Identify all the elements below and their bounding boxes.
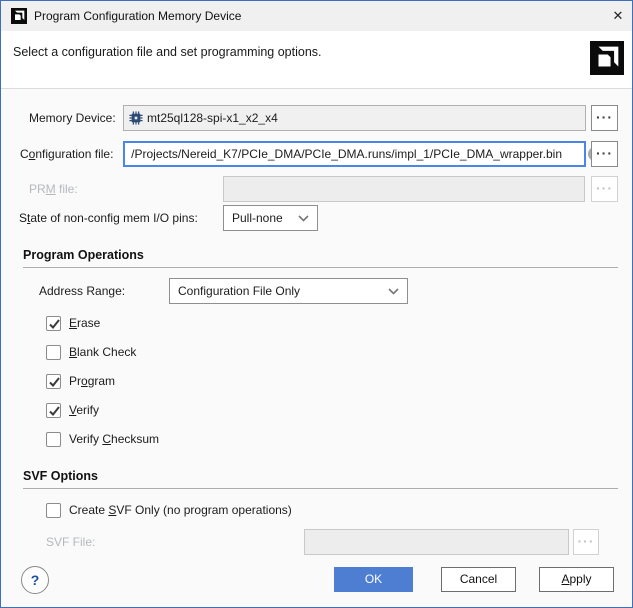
verify-checksum-checkbox-label[interactable]: Verify Checksum — [69, 432, 159, 446]
memory-device-browse-button[interactable]: ··· — [591, 105, 618, 131]
chevron-down-icon — [298, 215, 309, 222]
blank-check-checkbox[interactable] — [46, 345, 61, 360]
app-logo-icon — [11, 8, 27, 24]
help-button[interactable]: ? — [21, 566, 49, 594]
memory-device-value: mt25ql128-spi-x1_x2_x4 — [147, 111, 278, 125]
erase-checkbox-row[interactable]: Erase — [46, 315, 100, 331]
configuration-file-label: Configuration file: — [20, 147, 113, 161]
prm-file-browse-button: ··· — [591, 176, 618, 202]
svf-options-section-title: SVF Options — [23, 469, 98, 483]
verify-checkbox[interactable] — [46, 403, 61, 418]
create-svf-checkbox[interactable] — [46, 503, 61, 518]
memory-chip-icon — [129, 111, 143, 125]
ok-button[interactable]: OK — [334, 567, 413, 592]
memory-device-field[interactable]: mt25ql128-spi-x1_x2_x4 — [123, 105, 586, 131]
verify-checkbox-label[interactable]: Verify — [69, 403, 99, 417]
close-icon[interactable]: ✕ — [607, 5, 629, 27]
create-svf-checkbox-label[interactable]: Create SVF Only (no program operations) — [69, 503, 292, 517]
io-pins-state-value: Pull-none — [232, 211, 283, 225]
svf-file-label: SVF File: — [46, 535, 95, 549]
blank-check-checkbox-row[interactable]: Blank Check — [46, 344, 136, 360]
title-bar: Program Configuration Memory Device ✕ — [1, 1, 632, 31]
verify-checksum-checkbox[interactable] — [46, 432, 61, 447]
program-checkbox[interactable] — [46, 374, 61, 389]
program-checkbox-label[interactable]: Program — [69, 374, 115, 388]
memory-device-label: Memory Device: — [29, 111, 116, 125]
address-range-select[interactable]: Configuration File Only — [169, 278, 408, 304]
configuration-file-input[interactable]: /Projects/Nereid_K7/PCIe_DMA/PCIe_DMA.ru… — [123, 141, 586, 167]
brand-logo-icon — [590, 41, 624, 75]
address-range-value: Configuration File Only — [178, 284, 300, 298]
section-divider — [23, 488, 618, 489]
svf-file-browse-button: ··· — [573, 529, 599, 555]
verify-checksum-checkbox-row[interactable]: Verify Checksum — [46, 431, 159, 447]
dialog-header: Select a configuration file and set prog… — [1, 31, 632, 89]
prm-file-input — [223, 176, 585, 202]
section-divider — [23, 267, 618, 268]
program-operations-section-title: Program Operations — [23, 248, 144, 262]
dialog-description: Select a configuration file and set prog… — [13, 45, 322, 59]
apply-button[interactable]: Apply — [539, 567, 614, 592]
erase-checkbox-label[interactable]: Erase — [69, 316, 100, 330]
chevron-down-icon — [388, 288, 399, 295]
io-pins-state-select[interactable]: Pull-none — [223, 205, 318, 231]
create-svf-checkbox-row[interactable]: Create SVF Only (no program operations) — [46, 502, 292, 518]
configuration-file-value: /Projects/Nereid_K7/PCIe_DMA/PCIe_DMA.ru… — [131, 147, 562, 161]
program-config-memory-dialog: Program Configuration Memory Device ✕ Se… — [0, 0, 633, 608]
program-checkbox-row[interactable]: Program — [46, 373, 115, 389]
configuration-file-browse-button[interactable]: ··· — [591, 141, 618, 167]
svf-file-input — [304, 529, 569, 555]
prm-file-label: PRM file: — [29, 182, 78, 196]
cancel-button[interactable]: Cancel — [441, 567, 516, 592]
address-range-label: Address Range: — [39, 284, 125, 298]
verify-checkbox-row[interactable]: Verify — [46, 402, 99, 418]
io-pins-state-label: State of non-config mem I/O pins: — [19, 211, 198, 225]
dialog-title: Program Configuration Memory Device — [34, 1, 241, 31]
erase-checkbox[interactable] — [46, 316, 61, 331]
blank-check-checkbox-label[interactable]: Blank Check — [69, 345, 136, 359]
